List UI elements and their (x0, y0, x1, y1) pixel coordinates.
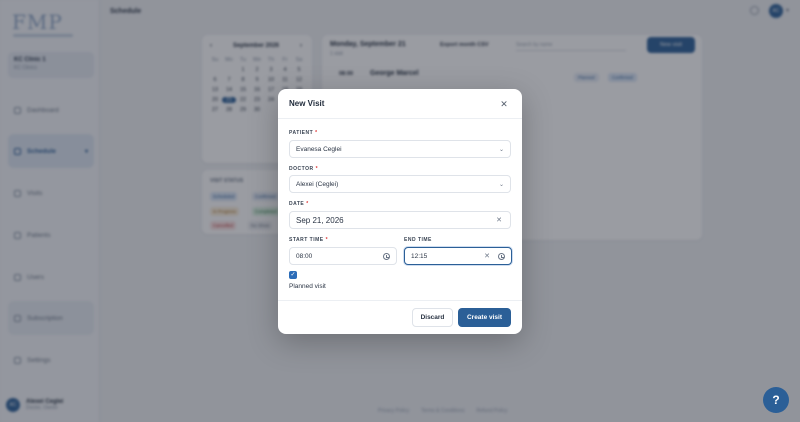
patient-label: PATIENT * (289, 130, 318, 136)
help-button[interactable]: ? (763, 387, 789, 413)
date-input[interactable]: Sep 21, 2026 ✕ (289, 211, 511, 229)
patient-select[interactable]: Evanesa Ceglei ⌄ (289, 140, 511, 158)
planned-visit-checkbox[interactable]: ✓ (289, 271, 297, 279)
clear-icon[interactable]: ✕ (496, 216, 502, 224)
chevron-down-icon: ⌄ (498, 181, 504, 188)
doctor-value: Alexei (Ceglei) (296, 180, 339, 188)
patient-value: Evanesa Ceglei (296, 145, 342, 153)
date-value: Sep 21, 2026 (296, 215, 344, 225)
end-time-label: END TIME (404, 237, 432, 243)
date-label: DATE * (289, 201, 309, 207)
planned-visit-label: Planned visit (289, 283, 326, 290)
clock-icon[interactable] (383, 252, 390, 260)
start-time-input[interactable]: 08:00 (289, 247, 397, 265)
chevron-down-icon: ⌄ (498, 146, 504, 153)
clock-icon[interactable] (498, 252, 505, 260)
doctor-select[interactable]: Alexei (Ceglei) ⌄ (289, 175, 511, 193)
start-time-value: 08:00 (296, 252, 313, 260)
clear-icon[interactable]: ✕ (484, 252, 490, 260)
discard-button[interactable]: Discard (412, 308, 453, 327)
start-time-label: START TIME * (289, 237, 329, 243)
create-visit-button[interactable]: Create visit (458, 308, 511, 327)
end-time-value: 12:15 (411, 252, 428, 260)
dialog-title: New Visit (289, 99, 325, 108)
close-icon[interactable]: ✕ (498, 98, 510, 110)
end-time-input[interactable]: 12:15 ✕ (404, 247, 512, 265)
dialog-header: New Visit ✕ (278, 89, 522, 119)
doctor-label: DOCTOR * (289, 166, 319, 172)
